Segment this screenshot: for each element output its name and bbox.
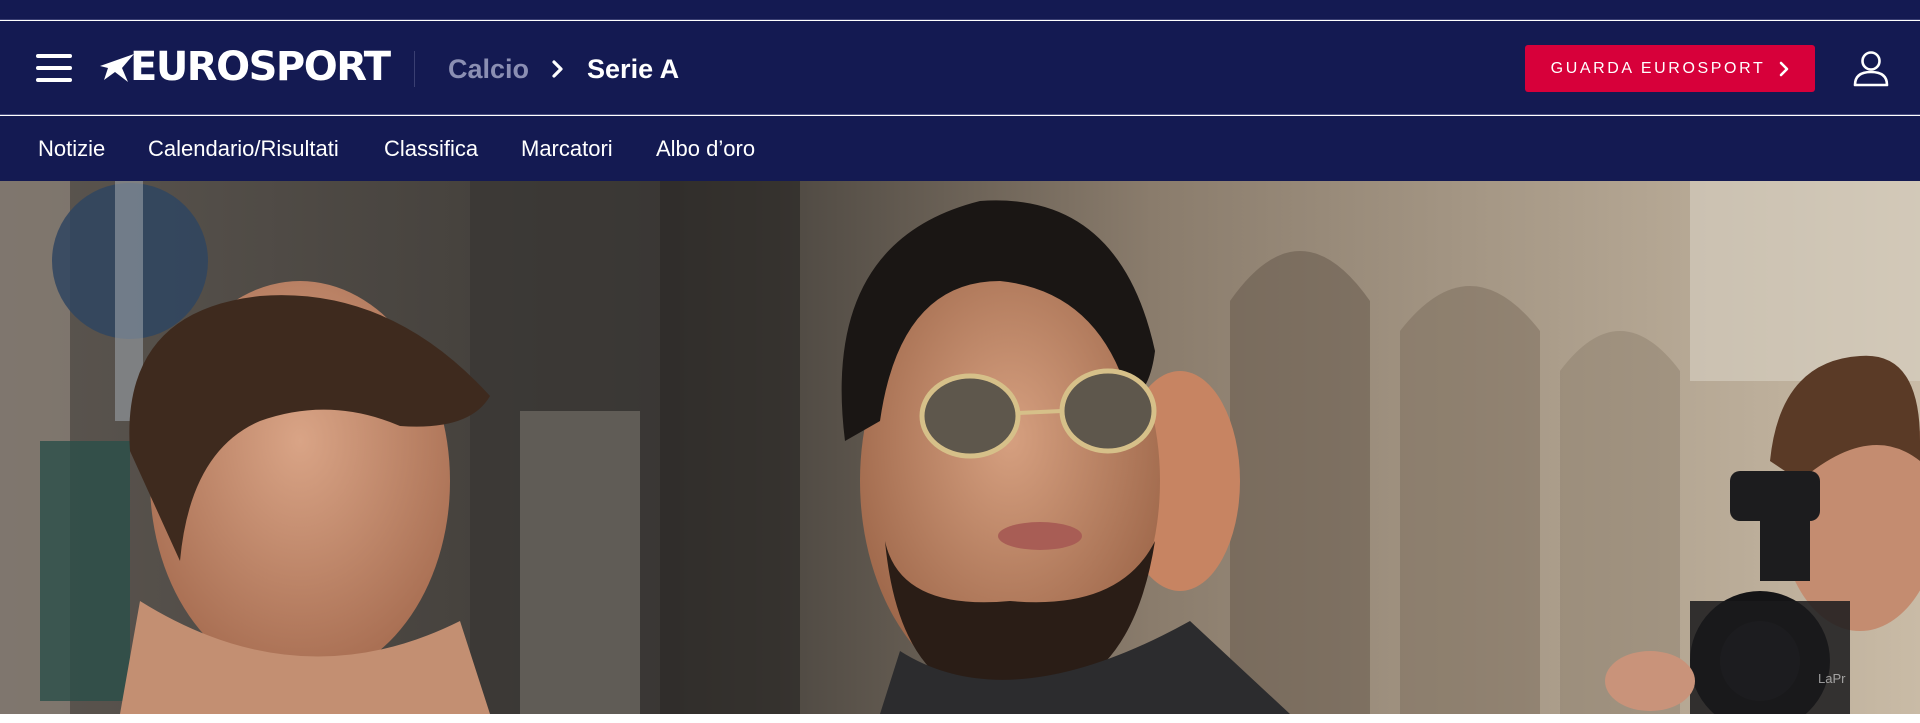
section-subnav: Notizie Calendario/Risultati Classifica … [0, 116, 1920, 181]
chevron-right-icon [1780, 61, 1789, 76]
brand-wordmark: EUROSPORT [130, 44, 391, 90]
subnav-item-classifica[interactable]: Classifica [384, 136, 478, 162]
watch-eurosport-button[interactable]: GUARDA EUROSPORT [1525, 45, 1815, 92]
eurosport-logo[interactable]: EUROSPORT [98, 44, 391, 90]
hamburger-menu-icon[interactable] [36, 54, 72, 84]
cta-label: GUARDA EUROSPORT [1550, 59, 1766, 77]
chevron-right-icon [551, 59, 565, 79]
site-header: EUROSPORT Calcio Serie A GUARDA EUROSPOR… [0, 21, 1920, 115]
breadcrumb-current: Serie A [587, 53, 680, 84]
photo-credit: LaPr [1818, 671, 1846, 686]
hero-image[interactable] [0, 181, 1920, 714]
hero-photo [0, 181, 1920, 714]
subnav-item-calendario[interactable]: Calendario/Risultati [148, 136, 339, 162]
subnav-item-notizie[interactable]: Notizie [38, 136, 105, 162]
header-divider [414, 51, 415, 87]
top-strip [0, 0, 1920, 20]
subnav-item-albo-doro[interactable]: Albo d’oro [656, 136, 755, 162]
user-account-icon[interactable] [1851, 49, 1891, 89]
subnav-item-marcatori[interactable]: Marcatori [521, 136, 613, 162]
breadcrumb: Calcio Serie A [448, 51, 679, 87]
breadcrumb-parent-link[interactable]: Calcio [448, 54, 529, 85]
